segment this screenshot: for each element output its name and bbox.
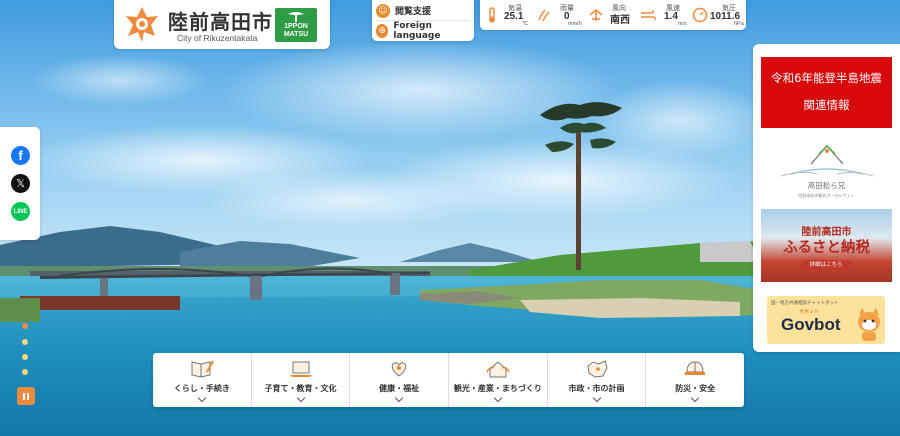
quake-subtitle: 関連情報 — [803, 98, 850, 112]
tourism-portal-banner[interactable]: 高田松ら兄 陸前高田市観光ポータルサイト — [761, 134, 892, 206]
quake-title: 令和6年能登半島地震 — [771, 71, 882, 85]
chevron-down-icon — [592, 393, 601, 403]
rain-icon — [538, 9, 550, 22]
slider-pause-button[interactable] — [17, 387, 35, 405]
accessibility-icon: ☺ — [376, 3, 390, 18]
social-share-bar: f 𝕏 LINE — [0, 127, 40, 240]
slider-dot-1[interactable] — [22, 323, 28, 329]
map-region-icon — [586, 360, 608, 378]
house-leaf-icon — [486, 361, 510, 378]
category-tourism-label: 観光・産業・まちづくり — [453, 384, 542, 393]
wind-direction-value: 南西 — [610, 15, 630, 26]
foreign-language-label: Foreign language — [393, 20, 441, 41]
weather-rain: 雨量 0 mm/h — [536, 0, 586, 30]
category-disaster-prevention[interactable]: 防災・安全 — [646, 353, 744, 407]
chevron-down-icon — [394, 393, 404, 403]
utility-buttons: ☺ 閲覧支援 ⊕ Foreign language — [372, 0, 474, 41]
foreign-language-button[interactable]: ⊕ Foreign language — [376, 20, 472, 41]
category-childcare[interactable]: 子育て・教育・文化 — [252, 353, 351, 407]
accessibility-label: 閲覧支援 — [395, 7, 432, 17]
laptop-icon — [289, 361, 312, 377]
weather-wind-speed: 風速 1.4 m/s — [640, 0, 690, 30]
tourism-portal-name: 高田松ら兄 — [807, 181, 846, 190]
category-living[interactable]: くらし・手続き — [153, 353, 252, 407]
category-city-policy[interactable]: 市政・市の計画 — [548, 353, 647, 407]
ippon-text-2: MATSU — [283, 31, 309, 38]
book-pen-icon — [191, 360, 214, 378]
slider-dot-4[interactable] — [22, 369, 28, 375]
wind-speed-value: 1.4 — [664, 11, 678, 22]
govbot-banner[interactable]: 国・地方共通相談チャットボット ガボット Govbot — [767, 296, 885, 344]
site-logo[interactable]: 陸前高田市 City of Rikuzentakata 1PPON MATSU — [114, 0, 330, 49]
pressure-icon — [692, 7, 708, 23]
category-disaster-prevention-label: 防災・安全 — [675, 384, 716, 393]
govbot-ruby: ガボット — [799, 309, 820, 315]
category-tourism[interactable]: 観光・産業・まちづくり — [449, 353, 548, 407]
govbot-name: Govbot — [781, 315, 841, 334]
site-title: 陸前高田市 — [168, 10, 273, 34]
weather-widget: 気温 25.1 ℃ 雨量 0 mm/h 風向 南西 風速 1.4 m/s 気圧 … — [480, 0, 746, 30]
temperature-unit: ℃ — [522, 21, 529, 27]
pine-icon — [288, 12, 304, 22]
furusato-title: ふるさと納税 — [783, 240, 870, 256]
pressure-unit: hPa — [734, 21, 744, 27]
ippon-matsu-logo[interactable]: 1PPON MATSU — [275, 8, 317, 42]
wind-direction-icon — [589, 9, 603, 21]
slider-dot-2[interactable] — [22, 339, 28, 345]
x-icon[interactable]: 𝕏 — [11, 174, 30, 193]
govbot-caption: 国・地方共通相談チャットボット — [771, 301, 839, 306]
temperature-value: 25.1 — [504, 11, 524, 22]
heart-hands-icon — [391, 362, 407, 377]
weather-temperature: 気温 25.1 ℃ — [484, 0, 532, 30]
chevron-down-icon — [296, 393, 305, 403]
furusato-details-button: 詳細はこちら — [801, 260, 851, 270]
accessibility-button[interactable]: ☺ 閲覧支援 — [376, 1, 472, 20]
chevron-down-icon — [690, 393, 700, 403]
wind-speed-unit: m/s — [678, 21, 687, 27]
line-icon[interactable]: LINE — [11, 202, 30, 221]
category-living-label: くらし・手続き — [173, 384, 230, 393]
thermometer-icon — [489, 7, 495, 23]
category-health-label: 健康・福祉 — [379, 384, 420, 393]
category-health[interactable]: 健康・福祉 — [350, 353, 450, 407]
site-subtitle: City of Rikuzentakata — [177, 33, 258, 43]
pause-icon — [23, 392, 25, 400]
chevron-down-icon — [493, 393, 503, 403]
rain-unit: mm/h — [568, 21, 582, 27]
noto-earthquake-banner[interactable]: 令和6年能登半島地震 関連情報 — [761, 57, 892, 128]
tourism-portal-subtitle: 陸前高田市観光ポータルサイト — [798, 193, 855, 198]
globe-icon: ⊕ — [376, 23, 389, 38]
weather-wind-direction: 風向 南西 — [588, 0, 636, 30]
wind-icon — [641, 9, 656, 21]
category-navigation: くらし・手続き 子育て・教育・文化 健康・福祉 観光・産業・まちづくり 市政・市… — [153, 353, 744, 407]
city-emblem-icon — [126, 7, 158, 42]
weather-pressure: 気圧 1011.6 hPa — [692, 0, 746, 30]
slider-dot-3[interactable] — [22, 354, 28, 360]
ippon-text-1: 1PPON — [284, 23, 308, 30]
mountain-logo-icon — [780, 144, 874, 177]
mascot-icon — [858, 308, 880, 341]
furusato-tax-banner[interactable]: 陸前高田市 ふるさと納税 詳細はこちら — [761, 209, 892, 282]
chevron-down-icon — [197, 393, 207, 403]
facebook-icon[interactable]: f — [11, 146, 30, 165]
helmet-icon — [685, 361, 706, 375]
